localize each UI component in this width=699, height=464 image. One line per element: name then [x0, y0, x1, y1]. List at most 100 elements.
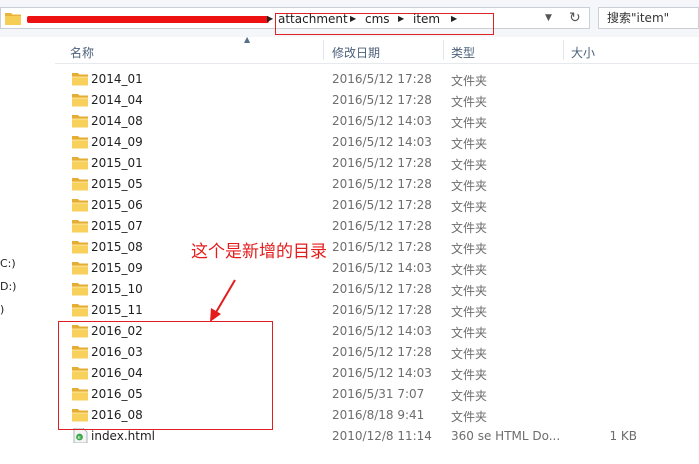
breadcrumb-separator-icon[interactable]: ▶	[451, 11, 457, 27]
file-date: 2016/5/12 17:28	[332, 303, 432, 317]
column-name[interactable]: 名称	[70, 44, 94, 61]
file-row[interactable]: 2015_09 2016/5/12 14:03 文件夹	[55, 258, 699, 279]
file-date: 2016/5/12 17:28	[332, 219, 432, 233]
navigation-pane: C:) D:) )	[0, 37, 55, 464]
breadcrumb-separator-icon[interactable]: ▶	[398, 11, 404, 27]
file-type: 文件夹	[451, 263, 488, 277]
column-type[interactable]: 类型	[451, 44, 475, 61]
folder-icon	[72, 304, 88, 317]
nav-drive-d[interactable]: D:)	[0, 280, 16, 293]
file-row[interactable]: 2015_08 2016/5/12 17:28 文件夹	[55, 237, 699, 258]
folder-icon	[72, 283, 88, 296]
file-date: 2016/8/18 9:41	[332, 408, 425, 422]
folder-icon	[72, 73, 88, 86]
file-date: 2016/5/12 17:28	[332, 177, 432, 191]
column-divider[interactable]	[323, 40, 324, 60]
file-date: 2016/5/31 7:07	[332, 387, 425, 401]
file-row[interactable]: 2015_05 2016/5/12 17:28 文件夹	[55, 174, 699, 195]
search-input[interactable]: 搜索"item"	[598, 7, 699, 29]
file-date: 2016/5/12 14:03	[332, 324, 432, 338]
file-row[interactable]: 2015_06 2016/5/12 17:28 文件夹	[55, 195, 699, 216]
breadcrumb-item[interactable]: item	[413, 11, 440, 27]
file-type: 文件夹	[451, 179, 488, 193]
annotation-arrow-icon	[210, 279, 236, 322]
file-type: 文件夹	[451, 116, 488, 130]
annotation-text: 这个是新增的目录	[191, 242, 327, 262]
folder-icon	[72, 115, 88, 128]
column-date[interactable]: 修改日期	[332, 44, 380, 61]
address-bar[interactable]: ▶ attachment ▶ cms ▶ item ▶ ▼ ↻	[0, 7, 590, 35]
breadcrumb-attachment[interactable]: attachment	[278, 11, 348, 27]
column-size[interactable]: 大小	[571, 44, 595, 61]
file-type: 文件夹	[451, 410, 488, 424]
column-header: ▲ 名称 修改日期 类型 大小	[55, 35, 699, 64]
address-bar-area: ▶ attachment ▶ cms ▶ item ▶ ▼ ↻ 搜索"item"	[0, 0, 699, 38]
file-name: 2015_01	[91, 156, 143, 170]
file-name: 2015_11	[91, 303, 143, 317]
file-name: 2015_05	[91, 177, 143, 191]
file-type: 文件夹	[451, 326, 488, 340]
file-type: 文件夹	[451, 305, 488, 319]
folder-icon	[72, 199, 88, 212]
file-row[interactable]: 2015_10 2016/5/12 17:28 文件夹	[55, 279, 699, 300]
file-type: 文件夹	[451, 137, 488, 151]
redacted-path	[27, 16, 269, 23]
file-date: 2016/5/12 17:28	[332, 198, 432, 212]
folder-icon	[72, 220, 88, 233]
nav-drive-other[interactable]: )	[0, 303, 4, 316]
file-type: 文件夹	[451, 221, 488, 235]
file-date: 2016/5/12 17:28	[332, 345, 432, 359]
folder-icon	[72, 262, 88, 275]
file-name: 2014_09	[91, 135, 143, 149]
file-type: 文件夹	[451, 74, 488, 88]
column-divider[interactable]	[443, 40, 444, 60]
file-row[interactable]: 2014_01 2016/5/12 17:28 文件夹	[55, 69, 699, 90]
file-date: 2016/5/12 14:03	[332, 114, 432, 128]
file-name: index.html	[91, 429, 155, 443]
file-row[interactable]: 2015_11 2016/5/12 17:28 文件夹	[55, 300, 699, 321]
folder-icon	[72, 178, 88, 191]
file-row[interactable]: 2014_08 2016/5/12 14:03 文件夹	[55, 111, 699, 132]
refresh-icon[interactable]: ↻	[569, 10, 581, 26]
file-type: 文件夹	[451, 284, 488, 298]
folder-icon	[72, 241, 88, 254]
folder-icon	[72, 94, 88, 107]
column-divider[interactable]	[563, 40, 564, 60]
nav-drive-c[interactable]: C:)	[0, 257, 16, 270]
file-name: 2015_10	[91, 282, 143, 296]
file-name: 2014_04	[91, 93, 143, 107]
file-row[interactable]: 2014_04 2016/5/12 17:28 文件夹	[55, 90, 699, 111]
folder-icon	[72, 136, 88, 149]
file-name: 2015_07	[91, 219, 143, 233]
file-type: 文件夹	[451, 347, 488, 361]
breadcrumb-separator-icon[interactable]: ▶	[267, 11, 273, 27]
file-type: 360 se HTML Do...	[451, 429, 561, 443]
file-date: 2016/5/12 17:28	[332, 282, 432, 296]
file-date: 2016/5/12 17:28	[332, 240, 432, 254]
file-date: 2010/12/8 11:14	[332, 429, 432, 443]
file-name: 2014_08	[91, 114, 143, 128]
folder-icon	[72, 157, 88, 170]
chevron-down-icon[interactable]: ▼	[545, 13, 552, 23]
file-date: 2016/5/12 17:28	[332, 72, 432, 86]
file-type: 文件夹	[451, 368, 488, 382]
file-date: 2016/5/12 14:03	[332, 261, 432, 275]
file-name: 2014_01	[91, 72, 143, 86]
html-file-icon: e	[73, 428, 88, 443]
file-name: 2015_09	[91, 261, 143, 275]
file-type: 文件夹	[451, 242, 488, 256]
file-row[interactable]: 2015_01 2016/5/12 17:28 文件夹	[55, 153, 699, 174]
breadcrumb-cms[interactable]: cms	[365, 11, 390, 27]
file-type: 文件夹	[451, 158, 488, 172]
file-type: 文件夹	[451, 200, 488, 214]
file-date: 2016/5/12 17:28	[332, 156, 432, 170]
file-name: 2015_08	[91, 240, 143, 254]
file-date: 2016/5/12 17:28	[332, 93, 432, 107]
file-size: 1 KB	[609, 429, 637, 443]
breadcrumb-separator-icon[interactable]: ▶	[350, 11, 356, 27]
svg-text:e: e	[78, 435, 81, 441]
file-date: 2016/5/12 14:03	[332, 366, 432, 380]
file-name: 2015_06	[91, 198, 143, 212]
file-row[interactable]: 2015_07 2016/5/12 17:28 文件夹	[55, 216, 699, 237]
file-row[interactable]: 2014_09 2016/5/12 14:03 文件夹	[55, 132, 699, 153]
